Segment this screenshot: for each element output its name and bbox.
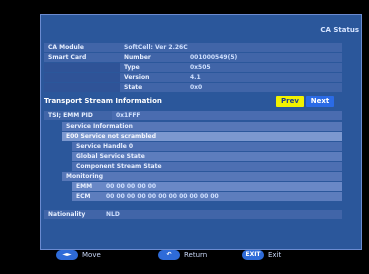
exit-label: Exit [268,251,282,259]
return-key-icon: ↶ [158,250,180,260]
tsi-emm-pid-label: TSI; EMM PID [44,111,112,120]
ca-module-label: CA Module [44,43,120,52]
nationality-value: NLD [102,210,342,219]
type-label: Type [120,63,186,72]
ca-status-screen: CA Status CA Module SoftCell: Ver 2.26C … [0,0,369,274]
smart-card-label: Smart Card [44,53,120,62]
prev-button[interactable]: Prev [276,96,304,107]
emm-label: EMM [72,182,102,191]
move-label: Move [82,251,101,259]
next-button[interactable]: Next [306,96,334,107]
smart-card-spacer [44,63,120,72]
state-value: 0x0 [186,83,342,92]
version-value: 4.1 [186,73,342,82]
ecm-value: 00 00 00 00 00 00 00 00 00 00 00 [102,192,342,201]
emm-value: 00 00 00 00 00 [102,182,342,191]
exit-key-icon: EXIT [242,250,264,260]
monitoring-label: Monitoring [62,172,342,181]
number-label: Number [120,53,186,62]
service-handle: Service Handle 0 [72,142,342,151]
page-title: CA Status [320,26,359,34]
type-value: 0x505 [186,63,342,72]
return-label: Return [184,251,208,259]
number-value: 001000549(5) [186,53,342,62]
component-stream-state: Component Stream State [72,162,342,171]
service-information-label: Service Information [62,122,342,131]
tsi-emm-pid-value: 0x1FFF [112,111,342,120]
state-label: State [120,83,186,92]
ca-module-value: SoftCell: Ver 2.26C [120,43,342,52]
nationality-label: Nationality [44,210,102,219]
smart-card-spacer-3 [44,83,120,92]
smart-card-spacer-2 [44,73,120,82]
ecm-label: ECM [72,192,102,201]
transport-stream-heading: Transport Stream Information [44,97,162,105]
global-service-state: Global Service State [72,152,342,161]
move-key-icon: ◄► [56,250,78,260]
service-not-scrambled: E00 Service not scrambled [62,132,342,141]
footer-legend: ◄► Move ↶ Return EXIT Exit [40,248,362,262]
version-label: Version [120,73,186,82]
